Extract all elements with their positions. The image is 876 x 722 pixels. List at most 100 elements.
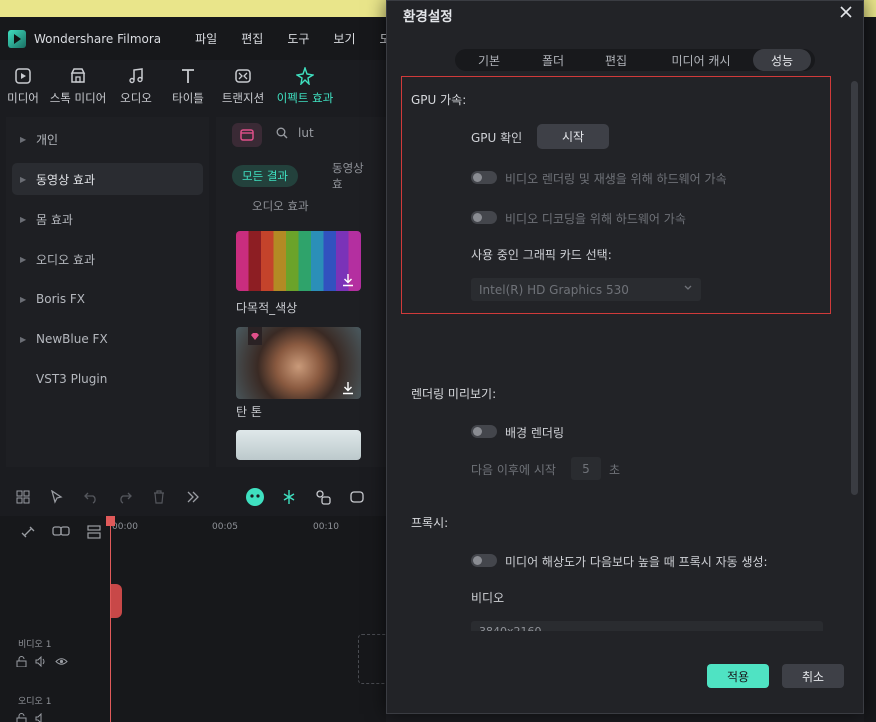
tool-stock-media[interactable]: 스톡 미디어 [46,60,110,112]
lock-icon[interactable] [16,656,27,667]
filmora-logo-icon [8,29,26,48]
category-item-body-effects[interactable]: ▶ 몸 효과 [12,203,203,235]
tool-effects[interactable]: 이펙트 효과 [272,60,338,112]
gpu-section-title: GPU 가속: [411,93,467,107]
effects-sparkle-icon [295,66,315,86]
category-item-audio-effects[interactable]: ▶ 오디오 효과 [12,243,203,275]
filter-audio-effects[interactable]: 오디오 효과 [242,195,319,217]
tab-media-cache[interactable]: 미디어 캐시 [649,49,753,71]
effect-thumbnail[interactable] [236,430,361,460]
timeline-clip-marker[interactable] [110,584,122,618]
filter-all-results[interactable]: 모든 결과 [232,165,298,187]
graphics-card-select[interactable]: Intel(R) HD Graphics 530 [471,278,701,301]
gpu-check-label: GPU 확인 [471,131,523,145]
proxy-auto-toggle[interactable] [471,554,497,567]
store-chip-button[interactable] [232,123,262,147]
category-item-newblue-fx[interactable]: ▶ NewBlue FX [12,323,203,355]
audio-track-controls [16,713,47,722]
tool-transitions[interactable]: 트랜지션 [214,60,272,112]
tab-folders[interactable]: 폴더 [523,49,583,71]
proxy-section-title: 프록시: [411,516,449,530]
track-label-video: 비디오 1 [18,640,52,650]
lock-icon[interactable] [16,713,27,722]
tab-editing[interactable]: 편집 [583,49,649,71]
chevron-right-icon: ▶ [20,214,27,224]
effect-thumbnail[interactable] [236,327,361,399]
track-label-audio: 오디오 1 [18,697,52,707]
category-item-boris-fx[interactable]: ▶ Boris FX [12,283,203,315]
tool-titles[interactable]: 타이틀 [162,60,214,112]
delete-icon[interactable] [148,486,170,508]
unlink-icon[interactable] [20,524,36,540]
close-icon[interactable] [837,3,855,21]
voiceover-icon[interactable] [346,486,368,508]
speed-icon[interactable] [312,486,334,508]
layout-grid-icon[interactable] [12,486,34,508]
right-panel-edge [864,17,876,722]
menu-tools[interactable]: 도구 [287,30,309,47]
stock-media-icon [68,66,88,86]
text-t-icon [178,66,198,86]
category-item-vst3-plugin[interactable]: VST3 Plugin [12,363,203,395]
effects-library-panel: lut 모든 결과 동영상 효 오디오 효과 다목적_색상 탄 톤 [216,117,386,467]
premium-gem-icon [248,327,262,345]
more-chevrons-icon[interactable] [182,486,204,508]
timeline-toolbar [0,478,386,516]
cancel-button[interactable]: 취소 [782,664,844,688]
hw-render-toggle[interactable] [471,171,497,184]
chevron-right-icon: ▶ [20,334,27,344]
hw-decode-toggle[interactable] [471,211,497,224]
undo-icon[interactable] [80,486,102,508]
ruler-tick-label: 00:10 [313,522,339,532]
speaker-icon[interactable] [35,713,47,722]
transition-icon [233,66,253,86]
effect-label: 탄 톤 [236,405,262,419]
speaker-icon[interactable] [35,656,47,667]
tab-general[interactable]: 기본 [455,49,523,71]
gpu-start-button[interactable]: 시작 [537,124,609,149]
tab-performance[interactable]: 성능 [753,49,811,71]
search-input[interactable]: lut [298,126,314,140]
split-marker-icon[interactable] [278,486,300,508]
tool-audio[interactable]: 오디오 [110,60,162,112]
category-item-personal[interactable]: ▶ 개인 [12,123,203,155]
effect-thumbnail[interactable] [236,231,361,291]
bg-render-label: 배경 렌더링 [505,426,565,440]
ai-face-icon[interactable] [244,486,266,508]
app-name: Wondershare Filmora [34,31,162,46]
apply-button[interactable]: 적용 [707,664,769,688]
bg-render-toggle[interactable] [471,425,497,438]
dialog-title: 환경설정 [403,9,453,25]
store-icon [240,129,254,141]
playhead-handle[interactable] [106,516,115,526]
effect-label: 다목적_색상 [236,301,298,315]
category-item-video-effects[interactable]: ▶ 동영상 효과 [12,163,203,195]
timeline-area[interactable]: 00:00 00:05 00:10 비디오 1 오디오 1 [0,516,386,722]
filter-video-effects[interactable]: 동영상 효 [322,161,386,191]
track-tools [20,524,102,540]
menu-file[interactable]: 파일 [195,30,217,47]
select-arrow-icon[interactable] [46,486,68,508]
menu-view[interactable]: 보기 [333,30,355,47]
playhead[interactable] [110,516,111,722]
eye-icon[interactable] [55,656,68,667]
preferences-tabs: 기본 폴더 편집 미디어 캐시 성능 [455,49,815,71]
track-manage-icon[interactable] [86,524,102,540]
start-after-label: 다음 이후에 시작 [471,463,556,477]
link-icon[interactable] [52,524,70,538]
start-after-seconds-input[interactable]: 5 [571,457,601,480]
proxy-resolution-select[interactable]: 3840x2160 [471,621,823,631]
redo-icon[interactable] [114,486,136,508]
hw-decode-label: 비디오 디코딩을 위해 하드웨어 가속 [505,212,686,226]
media-toolbar: 미디어 스톡 미디어 오디오 타이틀 트랜지션 이펙트 효과 [0,60,390,112]
dialog-scrollbar[interactable] [851,81,858,495]
tool-media[interactable]: 미디어 [0,60,46,112]
ruler-tick-label: 00:05 [212,522,238,532]
search-icon [276,127,288,139]
proxy-video-label: 비디오 [471,591,505,605]
timeline-ruler[interactable]: 00:00 00:05 00:10 [110,520,386,536]
music-note-icon [126,66,146,86]
video-track-controls [16,656,68,667]
menu-edit[interactable]: 편집 [241,30,263,47]
app-window: Wondershare Filmora 파일 편집 도구 보기 도 미디어 스톡… [0,0,876,722]
